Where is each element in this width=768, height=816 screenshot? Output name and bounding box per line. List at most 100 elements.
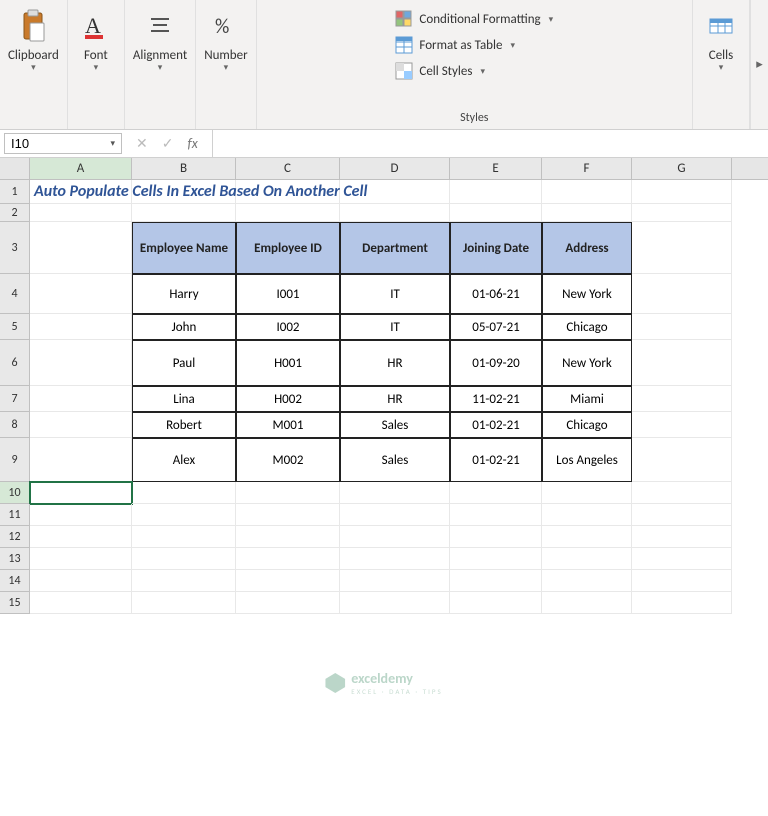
row-header-4[interactable]: 4 [0,274,30,314]
cell[interactable] [30,482,132,504]
cell-styles-button[interactable]: Cell Styles▾ [395,60,553,82]
row-header-10[interactable]: 10 [0,482,30,504]
cell[interactable] [30,526,132,548]
cancel-icon[interactable]: ✕ [136,135,148,152]
cell[interactable] [632,274,732,314]
cell[interactable]: M002 [236,438,340,482]
col-header-A[interactable]: A [30,158,132,179]
cell[interactable]: 01-02-21 [450,412,542,438]
cell[interactable] [30,314,132,340]
cell[interactable]: Harry [132,274,236,314]
cell[interactable] [632,482,732,504]
cell[interactable] [542,526,632,548]
cell[interactable] [132,570,236,592]
cell[interactable] [632,204,732,222]
cell[interactable]: New York [542,274,632,314]
cell[interactable] [30,340,132,386]
cell[interactable]: 01-09-20 [450,340,542,386]
col-header-B[interactable]: B [132,158,236,179]
cell[interactable] [30,504,132,526]
cell[interactable]: IT [340,314,450,340]
cell[interactable] [632,180,732,204]
row-header-11[interactable]: 11 [0,504,30,526]
cell[interactable] [542,504,632,526]
cell[interactable]: New York [542,340,632,386]
cell[interactable] [132,592,236,614]
cell[interactable]: HR [340,386,450,412]
cell[interactable]: Department [340,222,450,274]
cell[interactable]: H002 [236,386,340,412]
cell[interactable] [632,548,732,570]
cell[interactable] [632,526,732,548]
cell[interactable] [632,504,732,526]
cell[interactable] [542,592,632,614]
format-as-table-button[interactable]: Format as Table▾ [395,34,553,56]
cell[interactable] [340,504,450,526]
cell[interactable]: John [132,314,236,340]
fx-icon[interactable]: fx [187,135,197,152]
row-header-7[interactable]: 7 [0,386,30,412]
font-button[interactable]: A Font ▾ [76,6,116,72]
paste-button[interactable]: Clipboard ▾ [8,6,59,72]
formula-input[interactable] [212,130,768,157]
cell[interactable] [132,526,236,548]
ribbon-overflow-button[interactable]: ▸ [750,0,768,129]
cell[interactable] [236,592,340,614]
cell[interactable] [450,204,542,222]
cell[interactable] [236,204,340,222]
cell[interactable]: Sales [340,438,450,482]
cell[interactable]: HR [340,340,450,386]
select-all-corner[interactable] [0,158,30,180]
cell[interactable] [450,504,542,526]
cell[interactable] [450,570,542,592]
row-header-3[interactable]: 3 [0,222,30,274]
cell[interactable]: Chicago [542,314,632,340]
row-header-12[interactable]: 12 [0,526,30,548]
conditional-formatting-button[interactable]: Conditional Formatting▾ [395,8,553,30]
cell[interactable] [450,180,542,204]
cell[interactable] [236,504,340,526]
col-header-D[interactable]: D [340,158,450,179]
cells-button[interactable]: Cells ▾ [701,6,741,72]
alignment-button[interactable]: Alignment ▾ [133,6,187,72]
cell[interactable] [450,482,542,504]
cell[interactable]: M001 [236,412,340,438]
cell[interactable]: Joining Date [450,222,542,274]
cell[interactable] [30,222,132,274]
row-header-6[interactable]: 6 [0,340,30,386]
cell[interactable] [632,222,732,274]
cell[interactable]: 01-02-21 [450,438,542,482]
cell[interactable] [632,314,732,340]
cell[interactable] [30,204,132,222]
cell[interactable] [340,548,450,570]
cell[interactable] [30,274,132,314]
cell[interactable] [30,412,132,438]
cell[interactable] [30,548,132,570]
cell[interactable] [632,592,732,614]
cell[interactable] [30,592,132,614]
cell[interactable]: Auto Populate Cells In Excel Based On An… [30,180,132,204]
cell[interactable]: IT [340,274,450,314]
cell[interactable] [132,548,236,570]
row-header-15[interactable]: 15 [0,592,30,614]
cell[interactable] [340,526,450,548]
cell[interactable]: H001 [236,340,340,386]
col-header-G[interactable]: G [632,158,732,179]
cell[interactable] [30,438,132,482]
col-header-E[interactable]: E [450,158,542,179]
cell[interactable] [132,504,236,526]
cell[interactable] [450,592,542,614]
cell[interactable] [30,570,132,592]
cell[interactable]: Alex [132,438,236,482]
name-box-input[interactable] [11,136,91,151]
cell[interactable]: 01-06-21 [450,274,542,314]
cell[interactable] [340,592,450,614]
name-box[interactable]: ▾ [4,133,122,154]
cell[interactable]: 05-07-21 [450,314,542,340]
cell[interactable] [632,570,732,592]
number-button[interactable]: % Number ▾ [204,6,247,72]
cell[interactable] [542,204,632,222]
cell[interactable]: Employee ID [236,222,340,274]
cell[interactable] [632,438,732,482]
cell[interactable]: Sales [340,412,450,438]
